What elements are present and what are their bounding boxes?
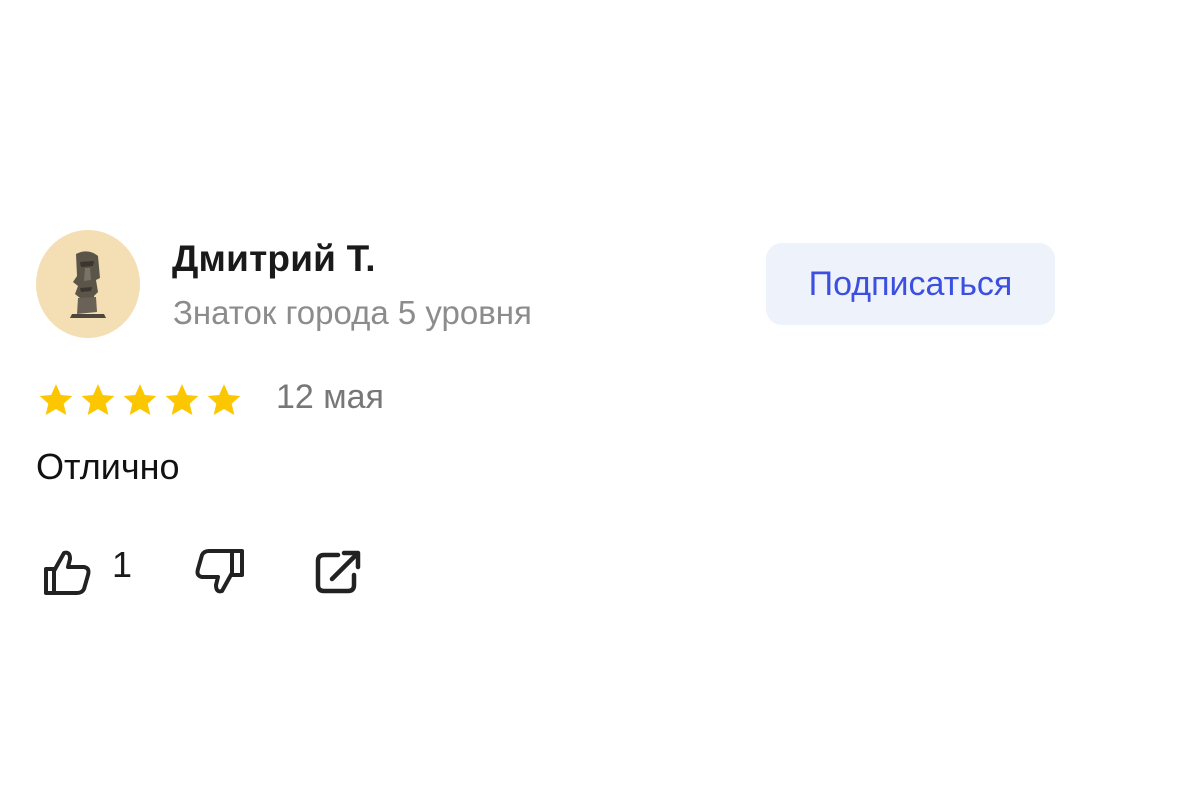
avatar[interactable] bbox=[36, 230, 140, 338]
author-name[interactable]: Дмитрий Т. bbox=[172, 238, 376, 280]
review-actions: 1 bbox=[36, 542, 436, 602]
review-date: 12 мая bbox=[276, 378, 384, 416]
thumbs-up-icon bbox=[44, 550, 91, 595]
review-card: Дмитрий Т. Знаток города 5 уровня Подпис… bbox=[36, 230, 1066, 610]
moai-statue-icon bbox=[70, 251, 106, 318]
star-icon bbox=[165, 384, 199, 415]
rating-stars bbox=[36, 380, 244, 420]
star-icon bbox=[207, 384, 241, 415]
subscribe-button[interactable]: Подписаться bbox=[766, 243, 1055, 325]
star-icon bbox=[123, 384, 157, 415]
star-icon bbox=[39, 384, 73, 415]
like-count: 1 bbox=[112, 544, 133, 585]
star-icon bbox=[81, 384, 115, 415]
share-icon bbox=[315, 550, 361, 594]
like-button[interactable]: 1 bbox=[40, 542, 132, 602]
author-level: Знаток города 5 уровня bbox=[173, 294, 532, 331]
thumbs-down-icon bbox=[195, 549, 244, 594]
review-text: Отлично bbox=[36, 446, 180, 487]
dislike-button[interactable] bbox=[192, 542, 250, 602]
share-button[interactable] bbox=[312, 542, 366, 602]
